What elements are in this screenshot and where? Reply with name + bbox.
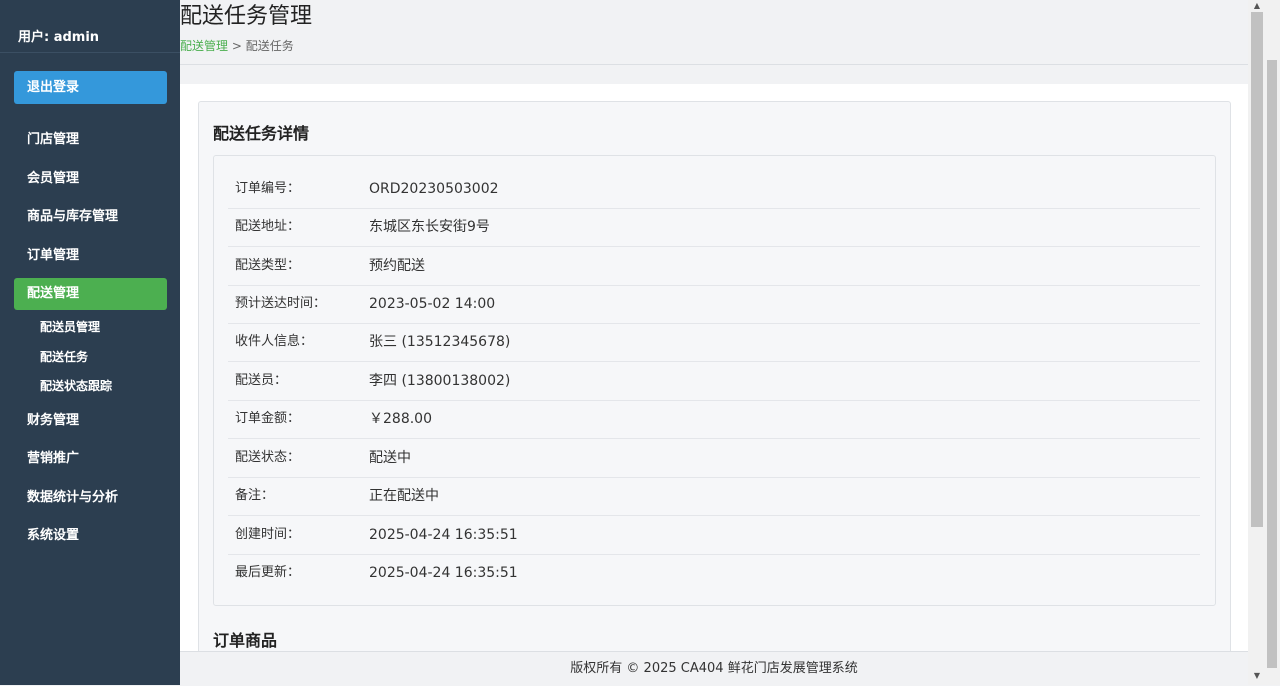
- sidebar-divider: [0, 52, 180, 53]
- sidebar-item-settings[interactable]: 系统设置: [14, 520, 167, 552]
- detail-value: 正在配送中: [369, 488, 439, 504]
- scroll-down-arrow-icon[interactable]: ▼: [1251, 670, 1263, 682]
- sidebar-item-stores[interactable]: 门店管理: [14, 124, 167, 156]
- detail-label: 创建时间：: [235, 527, 301, 542]
- detail-row-created-at: 创建时间： 2025-04-24 16:35:51: [228, 516, 1200, 555]
- sidebar-subitem-couriers[interactable]: 配送员管理: [40, 318, 100, 335]
- detail-label: 配送类型：: [235, 258, 301, 273]
- detail-label: 备注：: [235, 488, 275, 503]
- detail-value: 东城区东长安街9号: [369, 219, 490, 235]
- outer-scrollbar-track[interactable]: [1266, 0, 1280, 685]
- breadcrumb-link-delivery[interactable]: 配送管理: [180, 39, 228, 53]
- order-items-heading: 订单商品: [213, 631, 278, 650]
- logout-button[interactable]: 退出登录: [14, 71, 167, 104]
- detail-table: 订单编号： ORD20230503002 配送地址： 东城区东长安街9号 配送类…: [213, 155, 1216, 606]
- sidebar-item-delivery[interactable]: 配送管理: [14, 278, 167, 310]
- sidebar-item-finance[interactable]: 财务管理: [14, 405, 167, 437]
- detail-row-updated-at: 最后更新： 2025-04-24 16:35:51: [228, 554, 1200, 592]
- detail-row-address: 配送地址： 东城区东长安街9号: [228, 208, 1200, 247]
- detail-label: 配送地址：: [235, 219, 301, 234]
- detail-value: 张三 (13512345678): [369, 334, 511, 350]
- detail-row-status: 配送状态： 配送中: [228, 439, 1200, 478]
- scrollbar[interactable]: ▲ ▼: [1248, 0, 1280, 685]
- current-user-label: 用户: admin: [18, 30, 100, 45]
- delivery-detail-card: 配送任务详情 订单编号： ORD20230503002 配送地址： 东城区东长安…: [198, 101, 1231, 651]
- detail-value: 2023-05-02 14:00: [369, 296, 496, 312]
- detail-label: 配送状态：: [235, 450, 301, 465]
- detail-value: 配送中: [369, 450, 411, 466]
- detail-label: 订单金额：: [235, 411, 301, 426]
- detail-value: 2025-04-24 16:35:51: [369, 565, 518, 581]
- footer: 版权所有 © 2025 CA404 鲜花门店发展管理系统: [180, 651, 1248, 686]
- main-content: 配送任务详情 订单编号： ORD20230503002 配送地址： 东城区东长安…: [180, 84, 1248, 651]
- detail-row-eta: 预计送达时间： 2023-05-02 14:00: [228, 285, 1200, 324]
- sidebar-item-products-inventory[interactable]: 商品与库存管理: [14, 201, 167, 233]
- breadcrumb: 配送管理 > 配送任务: [180, 37, 294, 54]
- detail-label: 最后更新：: [235, 565, 301, 580]
- sidebar-item-analytics[interactable]: 数据统计与分析: [14, 482, 167, 514]
- detail-value: 预约配送: [369, 258, 425, 274]
- detail-label: 配送员：: [235, 373, 288, 388]
- breadcrumb-separator: >: [228, 39, 246, 53]
- sidebar-subitem-delivery-tracking[interactable]: 配送状态跟踪: [40, 377, 112, 394]
- detail-label: 预计送达时间：: [235, 296, 327, 311]
- detail-row-order-number: 订单编号： ORD20230503002: [228, 170, 1200, 209]
- sidebar-subitem-delivery-tasks[interactable]: 配送任务: [40, 348, 88, 365]
- detail-value: ORD20230503002: [369, 181, 499, 197]
- sidebar-item-orders[interactable]: 订单管理: [14, 240, 167, 272]
- detail-row-recipient: 收件人信息： 张三 (13512345678): [228, 323, 1200, 362]
- sidebar-item-marketing[interactable]: 营销推广: [14, 443, 167, 475]
- page-header: 配送任务管理 配送管理 > 配送任务: [180, 0, 1248, 65]
- detail-value: 2025-04-24 16:35:51: [369, 527, 518, 543]
- detail-row-amount: 订单金额： ￥288.00: [228, 400, 1200, 439]
- detail-label: 收件人信息：: [235, 334, 314, 349]
- detail-row-courier: 配送员： 李四 (13800138002): [228, 362, 1200, 401]
- scrollbar-thumb[interactable]: [1251, 12, 1263, 527]
- card-title: 配送任务详情: [213, 124, 310, 143]
- page-title: 配送任务管理: [180, 4, 313, 29]
- detail-value: 李四 (13800138002): [369, 373, 511, 389]
- scroll-up-arrow-icon[interactable]: ▲: [1251, 0, 1263, 12]
- breadcrumb-current: 配送任务: [245, 39, 294, 53]
- sidebar: 用户: admin 退出登录 门店管理 会员管理 商品与库存管理 订单管理 配送…: [0, 0, 180, 685]
- sidebar-item-members[interactable]: 会员管理: [14, 163, 167, 195]
- detail-label: 订单编号：: [235, 181, 301, 196]
- detail-value: ￥288.00: [369, 411, 432, 427]
- outer-scrollbar-thumb[interactable]: [1267, 60, 1277, 668]
- detail-row-delivery-type: 配送类型： 预约配送: [228, 247, 1200, 286]
- detail-row-remark: 备注： 正在配送中: [228, 477, 1200, 516]
